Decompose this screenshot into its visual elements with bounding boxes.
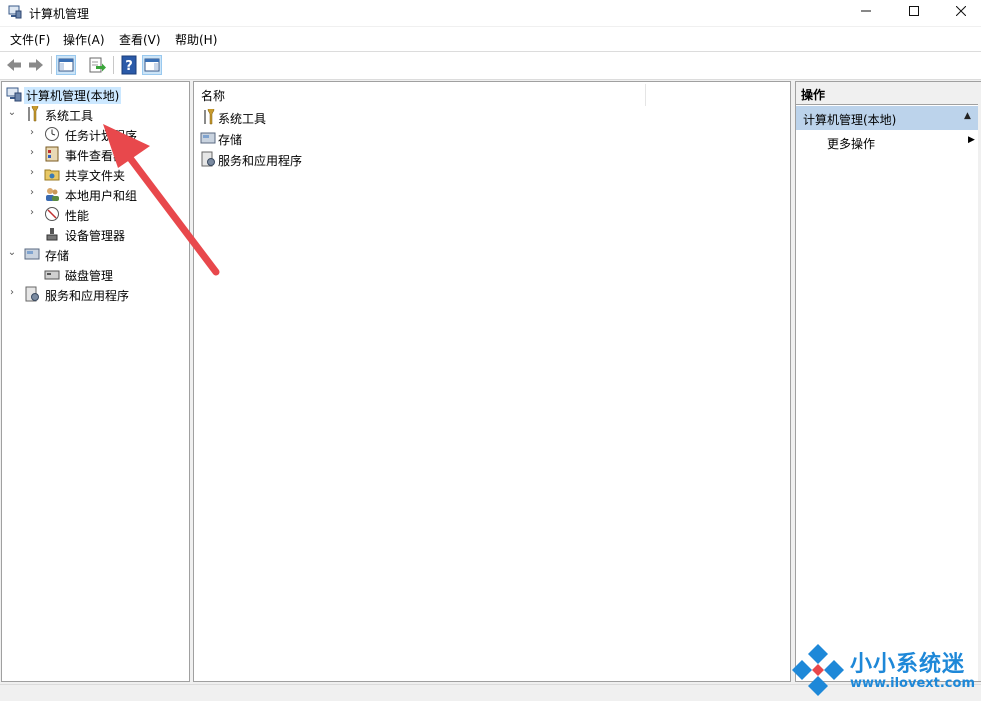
watermark-logo-icon	[792, 644, 844, 696]
tree-item-label: 服务和应用程序	[45, 289, 130, 303]
list-item[interactable]: 存储	[200, 128, 500, 148]
console-tree[interactable]: 计算机管理(本地) ⌄ 系统工具 › 任务计划程序 › 事件查看器 › 共享文件…	[1, 81, 190, 682]
services-icon	[201, 151, 215, 167]
tree-item-event-viewer[interactable]: › 事件查看器	[2, 144, 189, 164]
tree-item-system-tools[interactable]: ⌄ 系统工具	[2, 104, 189, 124]
watermark-brand: 小小系统迷	[850, 652, 966, 677]
services-icon	[25, 286, 39, 302]
actions-section-computer-management[interactable]: 计算机管理(本地) ▲	[796, 106, 980, 130]
show-hide-action-pane-button[interactable]	[142, 55, 162, 75]
tree-item-disk-management[interactable]: 磁盘管理	[2, 264, 189, 284]
computer-management-icon	[8, 5, 22, 19]
tree-item-label: 事件查看器	[65, 149, 126, 163]
chevron-right-icon[interactable]: ›	[26, 166, 38, 180]
menu-action[interactable]: 操作(A)	[63, 31, 105, 48]
actions-pane: 操作 计算机管理(本地) ▲ 更多操作 ▶	[795, 81, 981, 682]
tree-item-label: 任务计划程序	[65, 129, 138, 143]
results-pane[interactable]: 名称 系统工具 存储 服务和应用程序	[193, 81, 791, 682]
watermark-url: www.ilovext.com	[850, 676, 975, 691]
show-hide-tree-icon	[58, 58, 74, 72]
menu-file[interactable]: 文件(F)	[10, 31, 50, 48]
tree-item-computer-management[interactable]: 计算机管理(本地)	[2, 84, 189, 104]
window-title: 计算机管理	[29, 7, 90, 21]
more-actions-item[interactable]: 更多操作 ▶	[796, 131, 980, 153]
chevron-right-icon[interactable]: ›	[26, 206, 38, 220]
chevron-down-icon[interactable]: ⌄	[6, 246, 18, 260]
tree-item-label: 计算机管理(本地)	[24, 87, 122, 104]
disk-management-icon	[44, 270, 60, 280]
shared-folder-icon	[44, 169, 60, 181]
performance-icon	[45, 207, 59, 221]
chevron-right-icon[interactable]: ›	[26, 126, 38, 140]
menu-bar: 文件(F) 操作(A) 查看(V) 帮助(H)	[0, 27, 981, 51]
more-actions-label: 更多操作	[827, 137, 876, 151]
tree-item-label: 本地用户和组	[65, 189, 138, 203]
storage-icon	[200, 132, 216, 144]
event-viewer-icon	[45, 146, 59, 162]
maximize-icon	[909, 6, 919, 16]
actions-section-label: 计算机管理(本地)	[803, 113, 897, 127]
close-icon	[955, 5, 967, 17]
list-item-label: 系统工具	[218, 112, 267, 126]
tree-item-label: 系统工具	[45, 109, 94, 123]
watermark: 小小系统迷 www.ilovext.com	[790, 640, 981, 700]
list-item-label: 存储	[218, 133, 243, 147]
collapse-up-icon[interactable]: ▲	[964, 111, 971, 121]
column-divider[interactable]	[645, 84, 646, 106]
actions-title: 操作	[801, 88, 826, 102]
minimize-icon	[861, 10, 871, 12]
chevron-right-icon[interactable]: ›	[6, 286, 18, 300]
maximize-button[interactable]	[891, 0, 937, 26]
column-header-name[interactable]: 名称	[201, 87, 225, 104]
computer-management-icon	[6, 87, 22, 102]
close-button[interactable]	[938, 0, 981, 26]
storage-icon	[24, 248, 40, 260]
chevron-right-icon[interactable]: ›	[26, 186, 38, 200]
toolbar: ?	[0, 51, 981, 80]
list-item-label: 服务和应用程序	[218, 154, 303, 168]
list-item[interactable]: 服务和应用程序	[200, 149, 500, 169]
users-icon	[46, 188, 59, 201]
show-hide-action-pane-icon	[144, 58, 160, 72]
tree-item-performance[interactable]: › 性能	[2, 204, 189, 224]
tools-icon	[204, 109, 215, 125]
tree-item-label: 性能	[65, 209, 90, 223]
tree-item-local-users-groups[interactable]: › 本地用户和组	[2, 184, 189, 204]
tree-item-label: 磁盘管理	[65, 269, 114, 283]
tree-item-services-applications[interactable]: › 服务和应用程序	[2, 284, 189, 304]
tree-item-shared-folders[interactable]: › 共享文件夹	[2, 164, 189, 184]
tree-item-storage[interactable]: ⌄ 存储	[2, 244, 189, 264]
svg-text:?: ?	[125, 59, 133, 74]
device-manager-icon	[46, 228, 58, 241]
menu-view[interactable]: 查看(V)	[119, 31, 161, 48]
list-header: 名称	[194, 82, 790, 107]
chevron-down-icon[interactable]: ⌄	[6, 106, 18, 120]
list-item[interactable]: 系统工具	[200, 107, 500, 127]
export-list-icon[interactable]	[87, 55, 107, 75]
tree-item-task-scheduler[interactable]: › 任务计划程序	[2, 124, 189, 144]
clock-icon	[45, 127, 59, 141]
help-icon[interactable]: ?	[119, 55, 139, 75]
title-bar: 计算机管理	[0, 0, 981, 26]
toolbar-separator	[113, 56, 114, 74]
forward-icon[interactable]	[26, 55, 46, 75]
back-icon[interactable]	[4, 55, 24, 75]
tree-item-label: 共享文件夹	[65, 169, 126, 183]
show-hide-tree-button[interactable]	[56, 55, 76, 75]
chevron-right-icon[interactable]: ›	[26, 146, 38, 160]
tree-item-device-manager[interactable]: 设备管理器	[2, 224, 189, 244]
submenu-arrow-icon: ▶	[968, 135, 975, 145]
toolbar-separator	[51, 56, 52, 74]
menu-help[interactable]: 帮助(H)	[175, 31, 217, 48]
tree-item-label: 存储	[45, 249, 70, 263]
tools-icon	[28, 106, 39, 122]
tree-item-label: 设备管理器	[65, 229, 126, 243]
minimize-button[interactable]	[843, 0, 889, 26]
actions-header: 操作	[796, 82, 980, 105]
